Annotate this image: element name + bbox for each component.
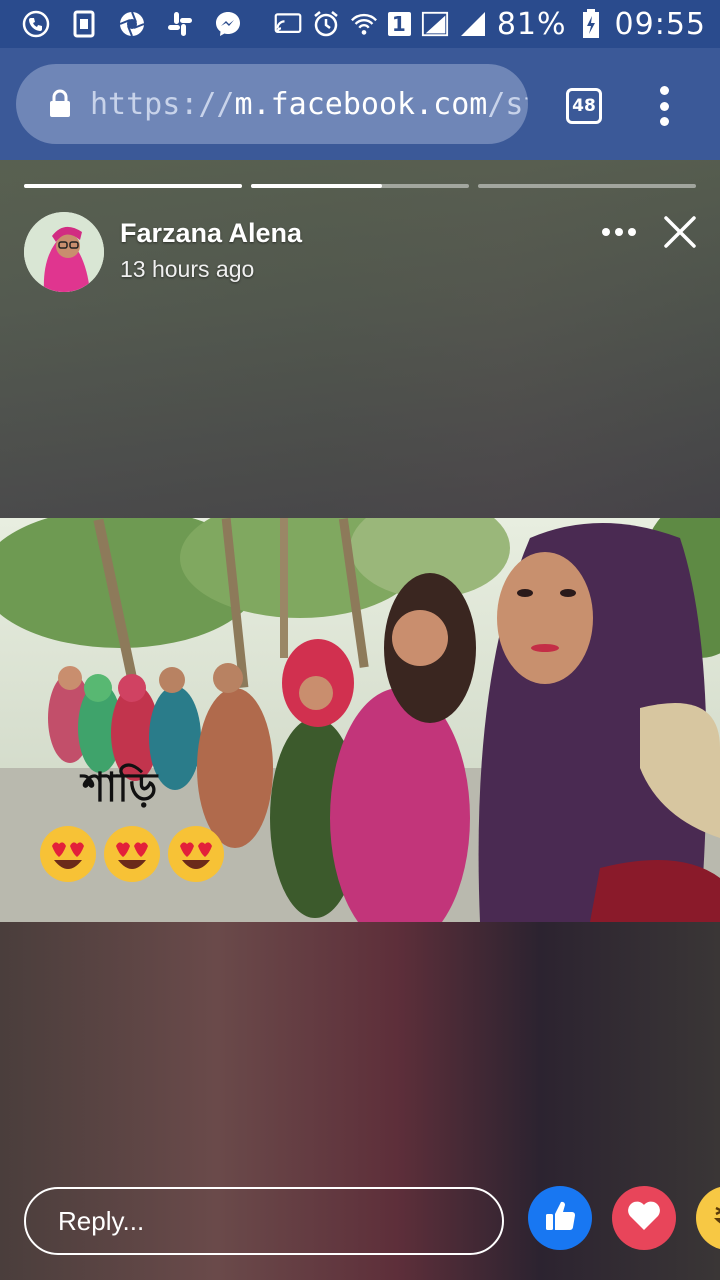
lock-icon bbox=[48, 89, 72, 119]
messenger-icon bbox=[214, 10, 242, 38]
more-dot bbox=[602, 228, 610, 236]
blurred-background-top bbox=[0, 160, 720, 518]
heart-eyes-emoji-icon bbox=[102, 824, 162, 888]
story-caption: শাড়ি bbox=[82, 765, 158, 811]
story-progress-2 bbox=[251, 184, 469, 188]
heart-eyes-emoji-icon bbox=[38, 824, 98, 888]
laughing-face-icon bbox=[708, 1196, 720, 1240]
like-reaction-button[interactable] bbox=[528, 1186, 592, 1250]
close-icon[interactable] bbox=[662, 214, 698, 250]
menu-dot bbox=[659, 117, 669, 126]
url-bar[interactable]: https://m.facebook.com/storie bbox=[16, 64, 528, 144]
story-progress-fill bbox=[251, 184, 382, 188]
browser-menu-button[interactable] bbox=[656, 86, 672, 126]
slack-icon bbox=[166, 10, 194, 38]
phone-call-icon bbox=[22, 10, 50, 38]
love-reaction-button[interactable] bbox=[612, 1186, 676, 1250]
alarm-icon bbox=[312, 10, 340, 38]
menu-dot bbox=[659, 101, 669, 111]
emoji-row bbox=[38, 824, 226, 888]
story-progress-3 bbox=[478, 184, 696, 188]
story-progress-fill bbox=[24, 184, 242, 188]
url-host: m.facebook.com bbox=[234, 86, 488, 122]
battery-percent: 81% bbox=[496, 6, 567, 42]
author-avatar[interactable] bbox=[24, 212, 104, 292]
reply-placeholder: Reply... bbox=[58, 1205, 145, 1236]
menu-dot bbox=[659, 86, 669, 95]
story-progress-1 bbox=[24, 184, 242, 188]
aperture-icon bbox=[118, 10, 146, 38]
battery-charging-icon bbox=[577, 9, 605, 38]
clock: 09:55 bbox=[614, 6, 706, 42]
sim-card-icon bbox=[70, 10, 98, 38]
wifi-icon bbox=[350, 10, 378, 38]
reply-input[interactable]: Reply... bbox=[24, 1187, 504, 1255]
more-options-button[interactable] bbox=[602, 228, 636, 236]
url-scheme: https:// bbox=[90, 86, 235, 122]
tab-switcher-button[interactable]: 48 bbox=[566, 88, 602, 124]
post-time: 13 hours ago bbox=[120, 256, 255, 282]
more-dot bbox=[615, 228, 623, 236]
signal-icon bbox=[421, 10, 449, 38]
signal-bars-icon bbox=[459, 10, 487, 38]
author-name[interactable]: Farzana Alena bbox=[120, 218, 302, 249]
sim-slot-badge: 1 bbox=[387, 12, 411, 36]
browser-toolbar: https://m.facebook.com/storie 48 bbox=[0, 48, 720, 160]
heart-eyes-emoji-icon bbox=[166, 824, 226, 888]
cast-icon bbox=[274, 10, 302, 38]
url-text: https://m.facebook.com/storie bbox=[90, 87, 528, 122]
thumbs-up-icon bbox=[542, 1198, 578, 1238]
status-bar: 1 81% 09:55 bbox=[0, 0, 720, 48]
url-path: /storie bbox=[487, 86, 528, 122]
heart-icon bbox=[626, 1200, 662, 1236]
story-viewer[interactable]: Farzana Alena 13 hours ago শাড়ি Reply..… bbox=[0, 160, 720, 1280]
more-dot bbox=[628, 228, 636, 236]
